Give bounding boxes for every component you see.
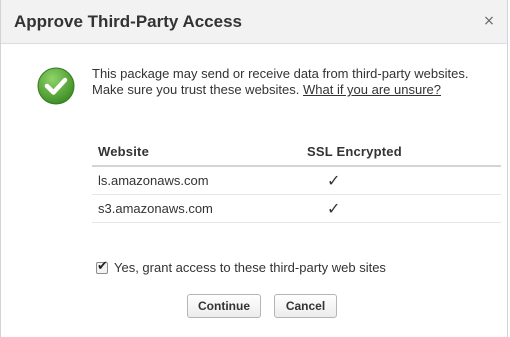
column-header-website: Website [92, 137, 303, 167]
checkmark-icon: ✓ [327, 171, 341, 190]
table-row: s3.amazonaws.com ✓ [92, 194, 501, 223]
table-header-row: Website SSL Encrypted [92, 137, 501, 167]
what-if-unsure-link[interactable]: What if you are unsure? [303, 82, 441, 97]
website-cell: ls.amazonaws.com [92, 166, 303, 195]
approve-access-dialog: Approve Third-Party Access × This packag… [0, 0, 508, 337]
grant-access-row: ✔ Yes, grant access to these third-party… [96, 258, 386, 275]
checkmark-icon: ✓ [327, 199, 341, 218]
continue-button[interactable]: Continue [187, 294, 261, 318]
grant-access-checkbox[interactable]: ✔ [96, 258, 108, 274]
dialog-title: Approve Third-Party Access [14, 12, 242, 31]
cancel-button[interactable]: Cancel [274, 294, 337, 318]
grant-access-label[interactable]: Yes, grant access to these third-party w… [114, 260, 386, 275]
ssl-cell: ✓ [303, 194, 501, 223]
close-icon[interactable]: × [481, 13, 497, 29]
third-party-sites-table: Website SSL Encrypted ls.amazonaws.com ✓… [92, 137, 501, 223]
ssl-cell: ✓ [303, 166, 501, 195]
success-check-icon [37, 67, 75, 105]
warning-message: This package may send or receive data fr… [92, 66, 497, 98]
dialog-title-bar: Approve Third-Party Access × [1, 0, 507, 44]
table-row: ls.amazonaws.com ✓ [92, 166, 501, 195]
column-header-ssl: SSL Encrypted [303, 137, 501, 167]
checkbox-check-icon: ✔ [97, 258, 108, 274]
website-cell: s3.amazonaws.com [92, 194, 303, 223]
